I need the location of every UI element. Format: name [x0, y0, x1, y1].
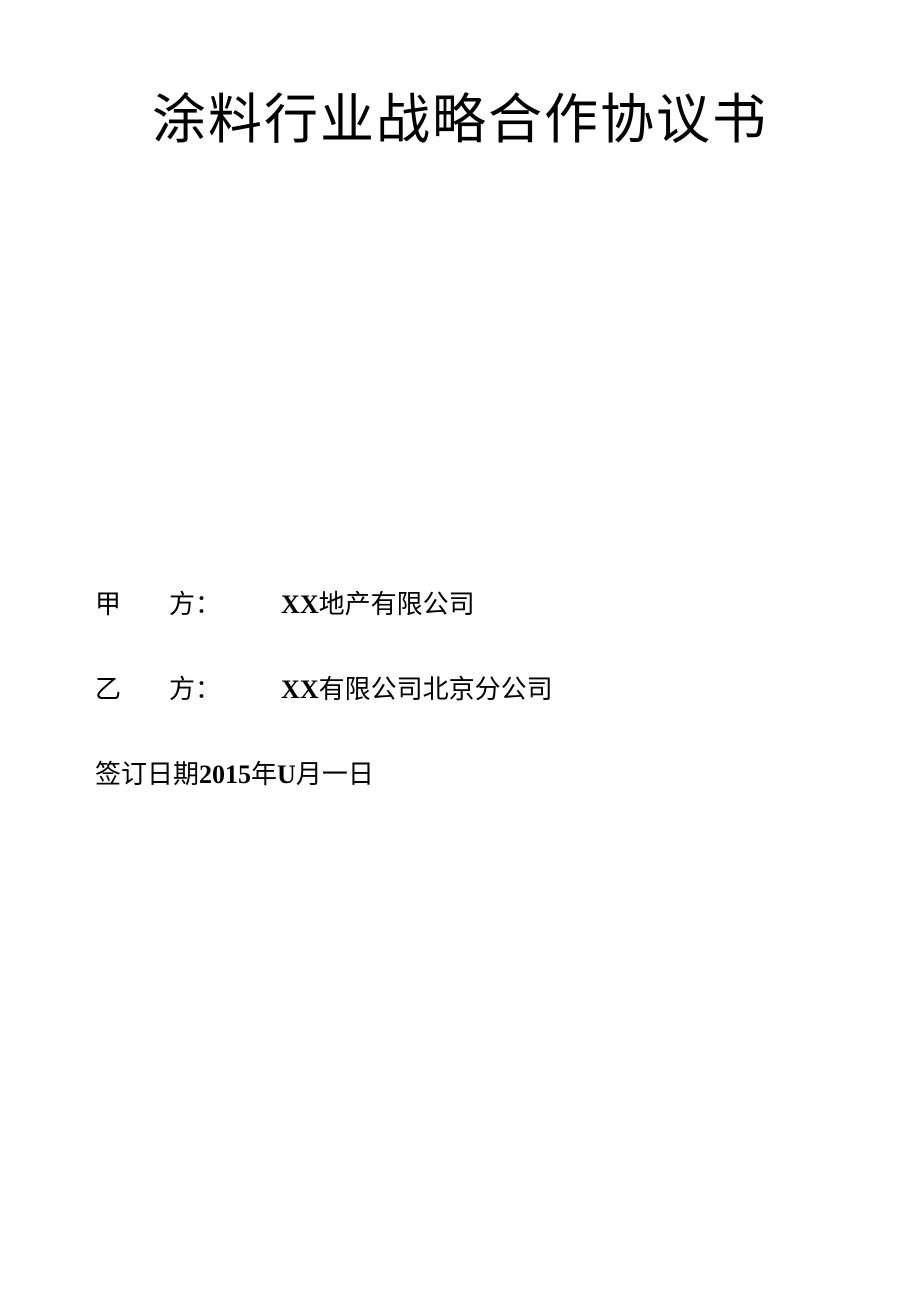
party-a-value: XX地产有限公司 — [281, 584, 475, 621]
date-year-suffix: 年 — [251, 760, 277, 789]
party-b-label-char2: 方 — [169, 669, 195, 706]
party-b-row: 乙 方 ： XX有限公司北京分公司 — [95, 669, 825, 706]
party-a-row: 甲 方 ： XX地产有限公司 — [95, 584, 825, 621]
party-b-value: XX有限公司北京分公司 — [281, 669, 553, 706]
date-label: 签订日期 — [95, 760, 199, 789]
date-year: 2015 — [199, 760, 251, 789]
party-b-prefix: XX — [281, 675, 319, 704]
party-b-label-colon: ： — [195, 669, 221, 706]
document-page: 涂料行业战略合作协议书 甲 方 ： XX地产有限公司 乙 方 ： XX有限公司北… — [0, 0, 920, 791]
party-a-suffix: 地产有限公司 — [319, 590, 475, 619]
party-a-prefix: XX — [281, 590, 319, 619]
party-a-label-colon: ： — [195, 584, 221, 621]
party-a-label-char2: 方 — [169, 584, 195, 621]
signing-date-row: 签订日期2015年U月一日 — [95, 754, 825, 791]
party-a-label-char1: 甲 — [95, 584, 121, 621]
document-title: 涂料行业战略合作协议书 — [95, 75, 825, 154]
party-b-suffix: 有限公司北京分公司 — [319, 675, 553, 704]
date-month-suffix: 月一日 — [296, 760, 374, 789]
date-month: U — [277, 760, 296, 789]
party-b-label-char1: 乙 — [95, 669, 121, 706]
